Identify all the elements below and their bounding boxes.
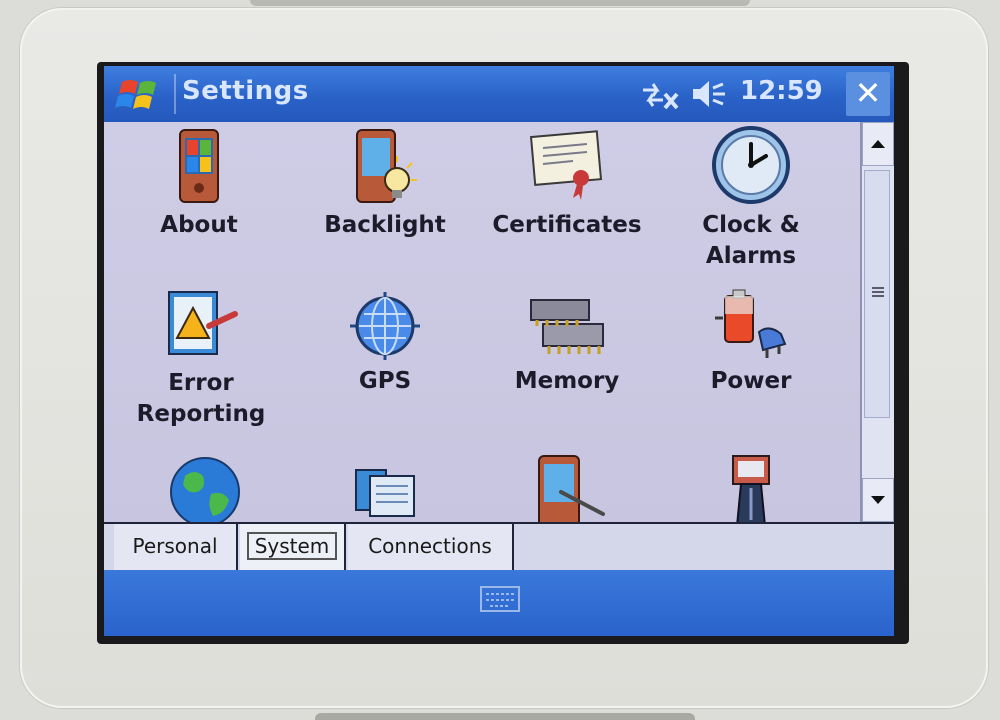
- triangle-up-icon: [871, 140, 885, 148]
- screen-stylus-icon: [538, 455, 605, 522]
- input-panel-button[interactable]: [480, 584, 520, 614]
- settings-item-certificates[interactable]: Certificates: [476, 126, 658, 241]
- tab-label: Connections: [368, 534, 492, 558]
- settings-item-memory[interactable]: Memory: [476, 290, 658, 397]
- settings-item-label: GPS: [358, 368, 412, 394]
- start-menu-button[interactable]: [112, 72, 168, 116]
- connectivity-status-icon[interactable]: [639, 78, 681, 112]
- settings-item-label: About: [160, 212, 238, 238]
- tab-system[interactable]: System: [240, 524, 346, 570]
- settings-item-gps[interactable]: GPS: [294, 290, 476, 397]
- vertical-scrollbar[interactable]: [860, 122, 894, 522]
- scroll-down-button[interactable]: [862, 478, 894, 522]
- tab-connections[interactable]: Connections: [348, 524, 514, 570]
- menu-bar: [104, 570, 894, 636]
- tab-label: System: [246, 532, 338, 560]
- settings-item-label: Error Reporting: [136, 370, 266, 427]
- certificate-icon: [529, 130, 603, 200]
- folders-icon: [355, 469, 415, 517]
- device-screen: Settings 12:59 ✕ About Backlight Certifi…: [104, 66, 894, 636]
- settings-item-screen[interactable]: [476, 452, 658, 522]
- settings-item-about[interactable]: About: [108, 126, 290, 241]
- settings-item-power[interactable]: Power: [660, 288, 842, 397]
- settings-item-error-reporting[interactable]: Error Reporting: [110, 286, 292, 430]
- volume-muted-icon[interactable]: [689, 76, 731, 112]
- close-button[interactable]: ✕: [846, 72, 890, 116]
- title-bar: Settings 12:59 ✕: [104, 66, 894, 122]
- globe-icon: [170, 457, 240, 522]
- settings-grid: About Backlight Certificates Clock & Ala…: [104, 122, 860, 522]
- gps-globe-icon: [350, 292, 420, 360]
- power-battery-icon: [715, 289, 787, 358]
- settings-item-system-info[interactable]: [660, 452, 842, 522]
- tab-personal[interactable]: Personal: [114, 524, 238, 570]
- scrollbar-thumb[interactable]: [864, 170, 890, 418]
- triangle-down-icon: [871, 496, 885, 504]
- settings-item-remove-programs[interactable]: [294, 462, 476, 522]
- error-reporting-icon: [168, 291, 238, 355]
- settings-item-label: Backlight: [324, 212, 446, 238]
- window-title: Settings: [182, 76, 309, 106]
- backlight-icon: [356, 129, 417, 203]
- settings-item-label: Certificates: [492, 212, 642, 238]
- device-top-slot: [250, 0, 750, 6]
- clock-display[interactable]: 12:59: [740, 76, 823, 106]
- tab-bar: Personal System Connections: [104, 522, 894, 572]
- grip-lines-icon: [872, 287, 884, 297]
- settings-item-label: Clock & Alarms: [702, 212, 800, 269]
- tab-label: Personal: [132, 534, 218, 558]
- settings-item-label: Power: [710, 368, 792, 394]
- title-separator: [174, 74, 176, 114]
- windows-flag-icon: [115, 80, 156, 109]
- scroll-up-button[interactable]: [862, 122, 894, 166]
- device-icon: [732, 455, 770, 522]
- keyboard-icon: [480, 586, 520, 612]
- settings-item-backlight[interactable]: Backlight: [294, 126, 476, 241]
- settings-item-clock-alarms[interactable]: Clock & Alarms: [660, 124, 842, 272]
- memory-icon: [530, 299, 604, 354]
- pda-about-icon: [179, 129, 219, 203]
- settings-item-regional[interactable]: [114, 454, 296, 522]
- device-bottom-slot: [315, 713, 695, 720]
- settings-item-label: Memory: [514, 368, 620, 394]
- clock-icon: [712, 126, 790, 204]
